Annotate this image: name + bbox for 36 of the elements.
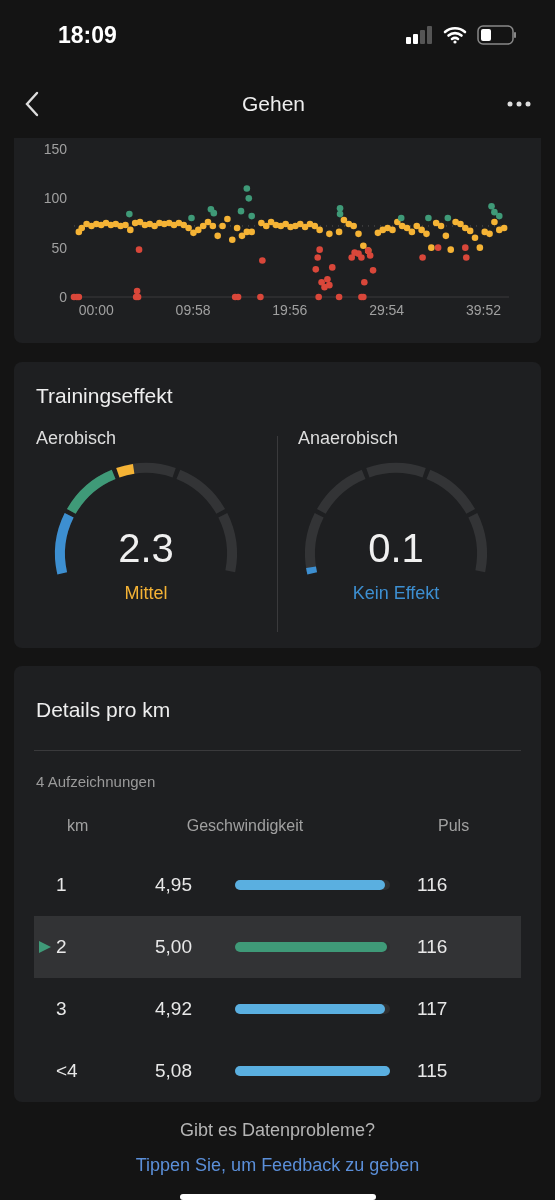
x-tick-label: 00:00 (78, 302, 114, 318)
gauge-label: Anaerobisch (297, 428, 400, 449)
gauge-label: Aerobisch (36, 428, 118, 449)
table-cell-text: 1 (56, 874, 68, 896)
screen-title: Gehen (241, 92, 306, 116)
status-time: 18:09 (58, 21, 117, 49)
x-tick-label: 29:54 (369, 302, 405, 318)
table-cell-text: 4,92 (154, 998, 192, 1020)
table-cell-text: <4 (56, 1060, 79, 1082)
table-cell-text: 117 (416, 998, 449, 1020)
y-tick-label: 50 (51, 239, 67, 256)
table-cell-text: 5,08 (154, 1060, 192, 1082)
table-cell-text: 2 (56, 936, 68, 958)
column-header: Geschwindigkeit (186, 817, 304, 835)
column-header: km (66, 817, 90, 835)
x-tick-label: 19:56 (272, 302, 308, 318)
table-cell-text: 116 (416, 936, 449, 958)
x-tick-label: 09:58 (175, 302, 211, 318)
table-cell-text: 4,95 (154, 874, 192, 896)
record-count: 4 Aufzeichnungen (35, 772, 157, 790)
gauge-status: Kein Effekt (351, 583, 441, 604)
y-tick-label: 150 (43, 141, 67, 157)
table-cell-text: 5,00 (154, 936, 192, 958)
x-tick-label: 39:52 (465, 302, 501, 318)
y-tick-label: 100 (43, 190, 67, 207)
card-title: Details pro km (34, 666, 521, 751)
gauge-value: 2.3 (117, 526, 175, 571)
table-cell-text: 115 (416, 1060, 449, 1082)
gauge-value: 0.1 (367, 526, 425, 571)
table-cell-text: 116 (416, 874, 449, 896)
y-tick-label: 0 (59, 289, 67, 305)
card-title: Trainingseffekt (36, 384, 174, 408)
column-header: Puls (437, 817, 471, 835)
table-cell-text: 3 (56, 998, 68, 1020)
data-problem-question: Gibt es Datenprobleme? (179, 1120, 376, 1141)
gauge-status: Mittel (123, 583, 169, 604)
